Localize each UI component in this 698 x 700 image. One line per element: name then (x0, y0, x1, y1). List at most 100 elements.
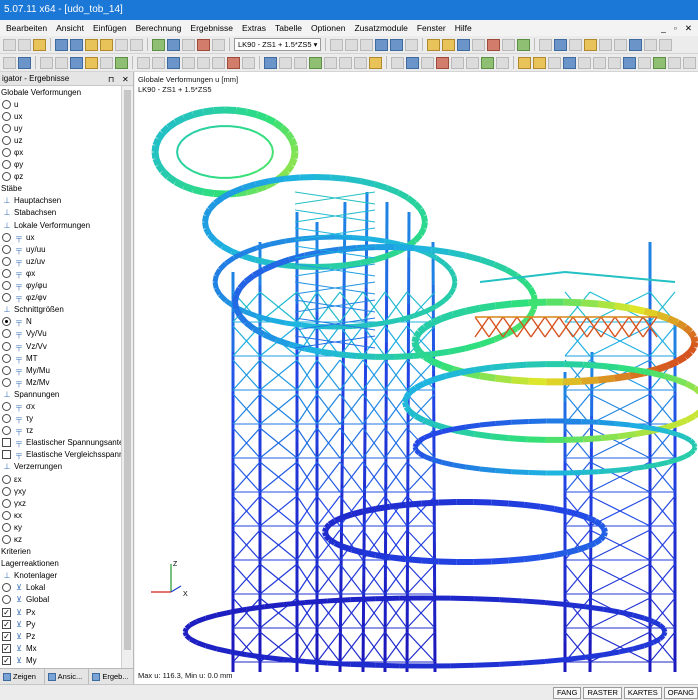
pin-icon[interactable]: ⊓ (108, 73, 114, 87)
toolbar-button-icon[interactable] (197, 56, 210, 69)
toolbar-button-icon[interactable] (683, 56, 696, 69)
radio-button[interactable] (2, 498, 11, 508)
tree-item[interactable]: ⊥ Verzerrungen (0, 461, 121, 473)
toolbar-button-icon[interactable] (354, 56, 367, 69)
toolbar-button-icon[interactable] (197, 38, 210, 51)
tree-item[interactable]: φx (0, 146, 121, 158)
radio-button[interactable] (2, 510, 11, 520)
toolbar-button-icon[interactable] (599, 38, 613, 51)
radio-button[interactable] (2, 293, 11, 303)
navigator-tab-1[interactable]: Ansic... (45, 669, 90, 684)
menu-item-10[interactable]: Hilfe (455, 23, 472, 33)
toolbar-button-icon[interactable] (502, 38, 516, 51)
toolbar-button-icon[interactable] (330, 38, 344, 51)
tree-item[interactable]: ⊻ Lokal (0, 582, 121, 594)
checkbox[interactable]: ✓ (2, 607, 11, 617)
radio-button[interactable] (2, 256, 11, 266)
toolbar-button-icon[interactable] (569, 38, 583, 51)
toolbar-button-icon[interactable] (115, 38, 128, 51)
checkbox[interactable]: ✓ (2, 655, 11, 665)
toolbar-button-icon[interactable] (406, 56, 419, 69)
toolbar-button-icon[interactable] (70, 56, 83, 69)
tree-item[interactable]: ╤ My/Mu (0, 364, 121, 376)
toolbar-button-icon[interactable] (324, 56, 337, 69)
toolbar-button-icon[interactable] (339, 56, 352, 69)
menu-item-7[interactable]: Optionen (311, 23, 346, 33)
tree-item[interactable]: ╤ Mz/Mv (0, 376, 121, 388)
tree-item[interactable]: ╤ uz/uv (0, 255, 121, 267)
toolbar-button-icon[interactable] (85, 38, 98, 51)
toolbar-button-icon[interactable] (554, 38, 568, 51)
menu-item-2[interactable]: Einfügen (93, 23, 127, 33)
tree-item[interactable]: ⊥ Schnittgrößen (0, 304, 121, 316)
menu-item-0[interactable]: Bearbeiten (6, 23, 47, 33)
tree-item[interactable]: φy (0, 159, 121, 171)
tree-item[interactable]: ╤ φx (0, 267, 121, 279)
navigator-tab-0[interactable]: Zeigen (0, 669, 45, 684)
toolbar-button-icon[interactable] (629, 38, 643, 51)
toolbar-button-icon[interactable] (518, 56, 531, 69)
tree-item[interactable]: εx (0, 473, 121, 485)
menu-item-6[interactable]: Tabelle (275, 23, 302, 33)
status-toggle-kartes[interactable]: KARTES (623, 687, 662, 699)
toolbar-button-icon[interactable] (100, 56, 113, 69)
toolbar-button-icon[interactable] (390, 38, 404, 51)
toolbar-button-icon[interactable] (279, 56, 292, 69)
tree-item[interactable]: ⊥ Stabachsen (0, 207, 121, 219)
radio-button[interactable] (2, 99, 11, 109)
toolbar-button-icon[interactable] (33, 38, 46, 51)
toolbar-button-icon[interactable] (578, 56, 591, 69)
radio-button[interactable] (2, 365, 11, 375)
menu-item-4[interactable]: Ergebnisse (190, 23, 233, 33)
menu-item-3[interactable]: Berechnung (136, 23, 182, 33)
toolbar-button-icon[interactable] (614, 38, 628, 51)
tree-item[interactable]: ux (0, 110, 121, 122)
toolbar-button-icon[interactable] (115, 56, 128, 69)
tree-item[interactable]: κz (0, 533, 121, 545)
radio-button[interactable] (2, 135, 11, 145)
toolbar-button-icon[interactable] (369, 56, 382, 69)
toolbar-button-icon[interactable] (360, 38, 374, 51)
tree-item[interactable]: κy (0, 521, 121, 533)
tree-item[interactable]: ╤ MT (0, 352, 121, 364)
radio-button[interactable] (2, 329, 11, 339)
toolbar-button-icon[interactable] (593, 56, 606, 69)
status-toggle-fang[interactable]: FANG (553, 687, 582, 699)
radio-button[interactable] (2, 148, 11, 158)
close-icon[interactable]: ✕ (122, 73, 129, 87)
radio-button[interactable] (2, 281, 11, 291)
tree-item[interactable]: ╤ τz (0, 425, 121, 437)
tree-item[interactable]: ╤ τy (0, 413, 121, 425)
toolbar-button-icon[interactable] (644, 38, 658, 51)
radio-button[interactable] (2, 232, 11, 242)
tree-item[interactable]: γxz (0, 497, 121, 509)
toolbar-button-icon[interactable] (182, 56, 195, 69)
checkbox[interactable]: ✓ (2, 619, 11, 629)
toolbar-button-icon[interactable] (70, 38, 83, 51)
navigator-scrollbar[interactable] (121, 86, 133, 668)
toolbar-button-icon[interactable] (496, 56, 509, 69)
toolbar-button-icon[interactable] (653, 56, 666, 69)
tree-item[interactable]: ✓ ⊻ Py (0, 618, 121, 630)
toolbar-button-icon[interactable] (442, 38, 456, 51)
tree-item[interactable]: κx (0, 509, 121, 521)
toolbar-button-icon[interactable] (55, 56, 68, 69)
radio-button[interactable] (2, 474, 11, 484)
toolbar-button-icon[interactable] (100, 38, 113, 51)
toolbar-button-icon[interactable] (212, 38, 225, 51)
radio-button[interactable] (2, 401, 11, 411)
toolbar-button-icon[interactable] (167, 38, 180, 51)
toolbar-button-icon[interactable] (264, 56, 277, 69)
tree-item[interactable]: ╤ Vy/Vu (0, 328, 121, 340)
toolbar-button-icon[interactable] (421, 56, 434, 69)
radio-button[interactable] (2, 595, 11, 605)
tree-item[interactable]: ⊥ Knotenlager (0, 570, 121, 582)
toolbar-button-icon[interactable] (472, 38, 486, 51)
toolbar-button-icon[interactable] (345, 38, 359, 51)
toolbar-button-icon[interactable] (227, 56, 240, 69)
scrollbar-thumb[interactable] (124, 90, 131, 650)
toolbar-button-icon[interactable] (3, 38, 16, 51)
toolbar-button-icon[interactable] (375, 38, 389, 51)
toolbar-button-icon[interactable] (487, 38, 501, 51)
toolbar-button-icon[interactable] (152, 38, 165, 51)
